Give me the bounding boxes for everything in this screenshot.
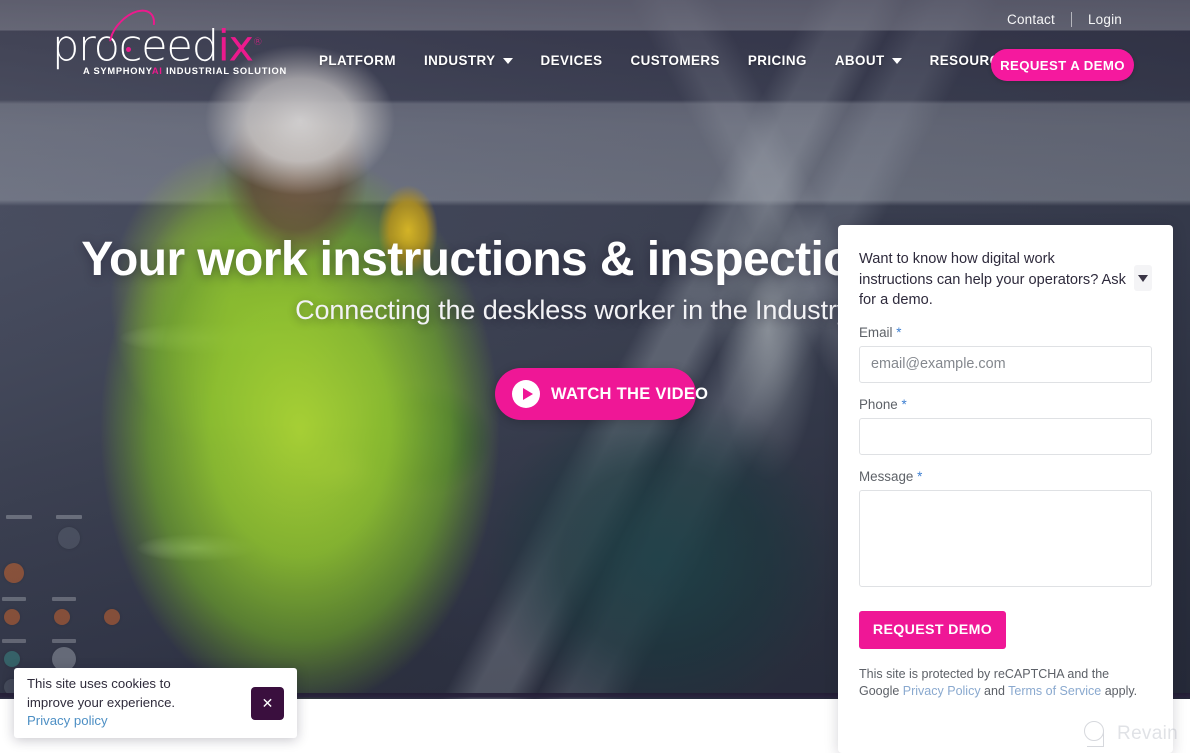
nav-label-industry: INDUSTRY [424, 53, 496, 68]
message-field-label: Message * [859, 469, 1152, 484]
phone-required-marker: * [901, 396, 907, 412]
nav-label-platform: PLATFORM [319, 53, 396, 68]
nav-item-pricing[interactable]: PRICING [734, 53, 821, 68]
cookie-banner-close-button[interactable]: ✕ [251, 686, 284, 720]
logo-wordmark: proceedix® [52, 20, 322, 69]
request-a-demo-button[interactable]: REQUEST A DEMO [991, 49, 1134, 81]
nav-label-pricing: PRICING [747, 53, 807, 68]
watch-video-label: WATCH THE VIDEO [551, 384, 709, 403]
email-input[interactable] [859, 345, 1152, 383]
main-nav: PLATFORM INDUSTRY DEVICES CUSTOMERS PRIC… [305, 53, 1033, 68]
cookie-privacy-policy-link[interactable]: Privacy policy [27, 712, 251, 731]
chevron-down-icon [1138, 274, 1148, 282]
logo-text-accent: ix [217, 21, 254, 72]
cookie-consent-banner: This site uses cookies to improve your e… [14, 668, 297, 738]
message-label-text: Message [859, 468, 914, 484]
cookie-banner-line2: improve your experience. [27, 694, 176, 710]
nav-item-platform[interactable]: PLATFORM [305, 53, 410, 68]
form-panel-header: Want to know how digital work instructio… [859, 249, 1152, 311]
logo-tagline-pre: A SYMPHONY [83, 66, 152, 76]
cookie-banner-line1: This site uses cookies to [27, 676, 171, 692]
recaptcha-suffix: apply. [1101, 683, 1138, 698]
phone-input[interactable] [859, 417, 1152, 455]
cookie-banner-text: This site uses cookies to improve your e… [27, 675, 251, 731]
email-field-label: Email * [859, 325, 1152, 340]
recaptcha-notice: This site is protected by reCAPTCHA and … [859, 666, 1152, 700]
message-field-group: Message * [859, 469, 1152, 592]
request-demo-form-panel: Want to know how digital work instructio… [838, 225, 1173, 753]
email-required-marker: * [896, 324, 902, 340]
logo-dot-icon [126, 47, 131, 52]
nav-label-devices: DEVICES [540, 53, 603, 68]
form-panel-heading: Want to know how digital work instructio… [859, 251, 1126, 308]
utility-link-contact[interactable]: Contact [991, 12, 1071, 27]
logo-registered-mark: ® [252, 37, 263, 48]
nav-item-customers[interactable]: CUSTOMERS [616, 53, 733, 68]
request-demo-submit-button[interactable]: REQUEST DEMO [859, 610, 1006, 649]
close-icon: ✕ [261, 695, 274, 711]
phone-field-label: Phone * [859, 397, 1152, 412]
utility-link-login[interactable]: Login [1072, 12, 1138, 27]
email-label-text: Email [859, 324, 893, 340]
message-required-marker: * [917, 468, 923, 484]
nav-label-about: ABOUT [834, 53, 885, 68]
phone-label-text: Phone [859, 396, 898, 412]
nav-label-customers: CUSTOMERS [630, 53, 720, 68]
nav-item-industry[interactable]: INDUSTRY [410, 53, 527, 68]
phone-field-group: Phone * [859, 397, 1152, 455]
recaptcha-middle: and [980, 683, 1009, 698]
chevron-down-icon [502, 57, 513, 64]
page-root: proceedix® A SYMPHONYAI INDUSTRIAL SOLUT… [0, 0, 1190, 753]
form-panel-collapse-toggle[interactable] [1134, 265, 1152, 291]
message-textarea[interactable] [859, 489, 1152, 587]
site-header: proceedix® A SYMPHONYAI INDUSTRIAL SOLUT… [0, 0, 1190, 92]
chevron-down-icon [891, 57, 902, 64]
nav-item-about[interactable]: ABOUT [821, 53, 916, 68]
utility-nav: Contact Login [991, 12, 1138, 27]
recaptcha-privacy-policy-link[interactable]: Privacy Policy [903, 684, 981, 698]
play-icon [512, 380, 540, 408]
email-field-group: Email * [859, 325, 1152, 383]
recaptcha-terms-of-service-link[interactable]: Terms of Service [1008, 684, 1101, 698]
watch-the-video-button[interactable]: WATCH THE VIDEO [495, 368, 708, 420]
logo-tagline: A SYMPHONYAI INDUSTRIAL SOLUTION [83, 66, 287, 76]
nav-item-devices[interactable]: DEVICES [527, 53, 617, 68]
site-logo[interactable]: proceedix® A SYMPHONYAI INDUSTRIAL SOLUT… [52, 1, 322, 76]
logo-tagline-accent: AI [151, 66, 163, 76]
logo-tagline-post: INDUSTRIAL SOLUTION [165, 66, 287, 76]
